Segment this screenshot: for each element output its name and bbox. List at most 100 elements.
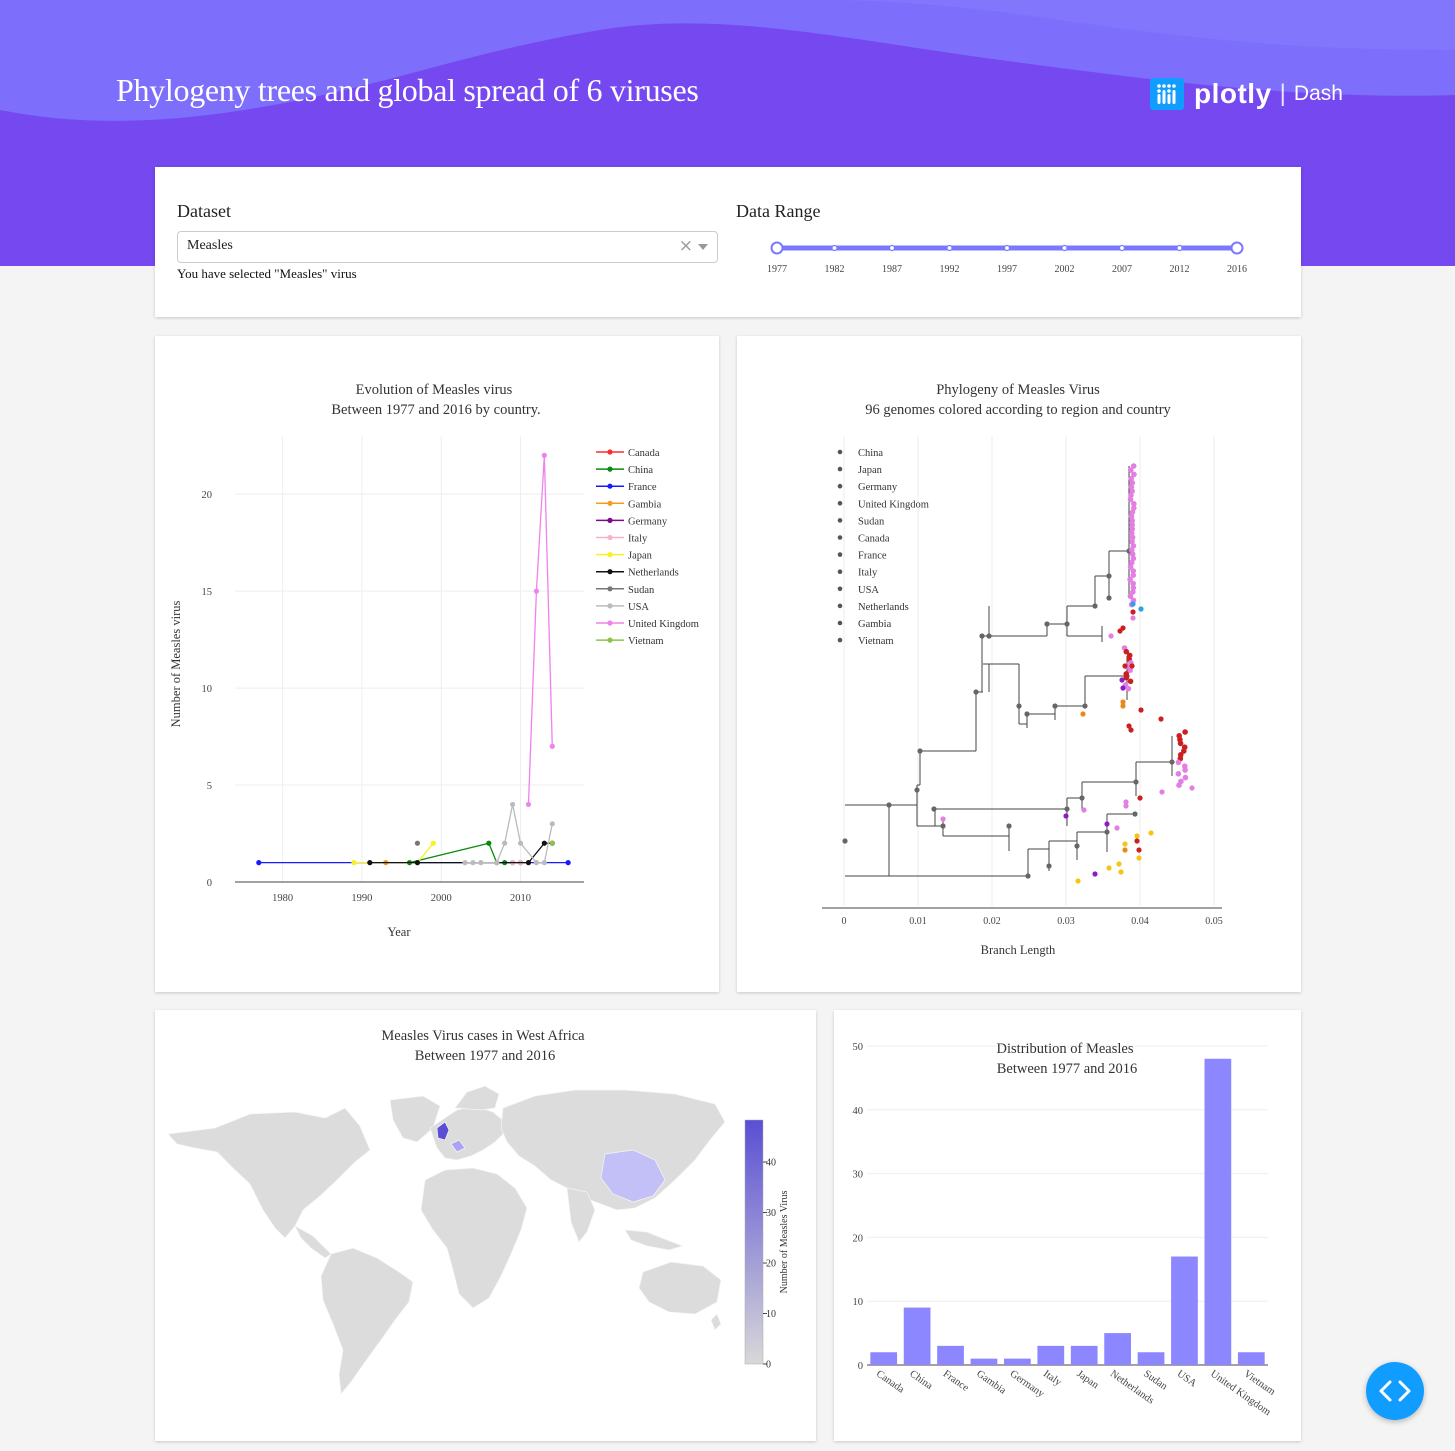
- phylogeny-node[interactable]: [1148, 830, 1153, 835]
- phylogeny-node[interactable]: [1130, 615, 1135, 620]
- phylogeny-node[interactable]: [1129, 663, 1134, 668]
- range-mark-dot[interactable]: [947, 246, 952, 251]
- phylogeny-legend-label[interactable]: Canada: [858, 534, 890, 545]
- evolution-legend-label[interactable]: Sudan: [628, 585, 655, 596]
- evolution-legend-label[interactable]: Germany: [628, 516, 668, 527]
- phylogeny-legend-label[interactable]: Netherlands: [858, 602, 909, 613]
- phylogeny-legend-label[interactable]: USA: [858, 585, 879, 596]
- phylogeny-node[interactable]: [1104, 821, 1109, 826]
- phylogeny-legend-label[interactable]: Gambia: [858, 619, 892, 630]
- phylogeny-node[interactable]: [1064, 806, 1069, 811]
- distribution-bar[interactable]: [1071, 1346, 1098, 1365]
- evolution-legend-label[interactable]: China: [628, 465, 653, 476]
- evolution-data-point[interactable]: [256, 860, 261, 865]
- phylogeny-node[interactable]: [1114, 825, 1119, 830]
- distribution-bar[interactable]: [937, 1346, 964, 1365]
- phylogeny-node[interactable]: [1118, 869, 1123, 874]
- evolution-data-point[interactable]: [431, 841, 436, 846]
- phylogeny-node[interactable]: [1052, 703, 1057, 708]
- phylogeny-node[interactable]: [1132, 811, 1137, 816]
- phylogeny-node[interactable]: [1016, 703, 1021, 708]
- phylogeny-legend-label[interactable]: Germany: [858, 482, 898, 493]
- dataset-dropdown[interactable]: Measles ×: [177, 231, 718, 263]
- phylogeny-node[interactable]: [1123, 803, 1128, 808]
- phylogeny-node[interactable]: [1082, 703, 1087, 708]
- chevron-down-icon[interactable]: [698, 244, 708, 250]
- phylogeny-node[interactable]: [1108, 633, 1113, 638]
- phylogeny-node[interactable]: [1178, 741, 1184, 747]
- phylogeny-node[interactable]: [1120, 703, 1125, 708]
- phylogeny-node[interactable]: [1130, 601, 1135, 606]
- phylogeny-legend-label[interactable]: Japan: [858, 465, 883, 476]
- phylogeny-node[interactable]: [1159, 789, 1164, 794]
- phylogeny-node[interactable]: [1025, 873, 1030, 878]
- evolution-legend-label[interactable]: Gambia: [628, 499, 662, 510]
- evolution-legend-label[interactable]: USA: [628, 602, 649, 613]
- phylogeny-node[interactable]: [1126, 686, 1132, 692]
- range-mark-dot[interactable]: [1005, 246, 1010, 251]
- phylogeny-node[interactable]: [1133, 779, 1138, 784]
- distribution-bar[interactable]: [904, 1308, 931, 1365]
- evolution-data-point[interactable]: [534, 589, 539, 594]
- phylogeny-node[interactable]: [917, 748, 922, 753]
- evolution-data-point[interactable]: [415, 841, 420, 846]
- evolution-data-point[interactable]: [526, 860, 531, 865]
- evolution-data-point[interactable]: [566, 860, 571, 865]
- distribution-bar[interactable]: [870, 1352, 897, 1365]
- evolution-data-point[interactable]: [526, 802, 531, 807]
- evolution-legend-label[interactable]: Italy: [628, 534, 648, 545]
- phylogeny-node[interactable]: [986, 633, 991, 638]
- phylogeny-node[interactable]: [1176, 782, 1182, 788]
- phylogeny-node[interactable]: [1117, 628, 1122, 633]
- range-mark-dot[interactable]: [1177, 246, 1182, 251]
- phylogeny-node[interactable]: [1122, 841, 1127, 846]
- phylogeny-node[interactable]: [1158, 716, 1163, 721]
- evolution-data-point[interactable]: [542, 453, 547, 458]
- code-toggle-button[interactable]: [1366, 1362, 1424, 1420]
- plotly-dash-logo[interactable]: plotly | Dash: [1150, 78, 1343, 110]
- evolution-data-point[interactable]: [462, 860, 467, 865]
- phylogeny-legend-label[interactable]: France: [858, 551, 887, 562]
- evolution-data-point[interactable]: [542, 860, 547, 865]
- phylogeny-legend-label[interactable]: Sudan: [858, 516, 885, 527]
- distribution-bar[interactable]: [1238, 1352, 1265, 1365]
- range-handle-start[interactable]: [772, 243, 783, 254]
- distribution-bar[interactable]: [1104, 1333, 1131, 1365]
- phylogeny-node[interactable]: [1116, 861, 1121, 866]
- phylogeny-node[interactable]: [1137, 795, 1142, 800]
- phylogeny-node[interactable]: [1138, 707, 1143, 712]
- phylogeny-node[interactable]: [1136, 847, 1141, 852]
- phylogeny-node[interactable]: [1120, 685, 1125, 690]
- phylogeny-node[interactable]: [940, 816, 945, 821]
- evolution-data-point[interactable]: [478, 860, 483, 865]
- range-mark-dot[interactable]: [832, 246, 837, 251]
- phylogeny-node[interactable]: [1104, 829, 1109, 834]
- clear-icon[interactable]: ×: [679, 236, 693, 256]
- phylogeny-node[interactable]: [1044, 621, 1049, 626]
- phylogeny-node[interactable]: [1092, 603, 1097, 608]
- phylogeny-node[interactable]: [1046, 863, 1051, 868]
- phylogeny-node[interactable]: [1134, 833, 1139, 838]
- phylogeny-node[interactable]: [1183, 775, 1189, 781]
- phylogeny-node[interactable]: [1081, 807, 1086, 812]
- distribution-bar[interactable]: [971, 1359, 998, 1365]
- phylogeny-node[interactable]: [1128, 679, 1134, 685]
- phylogeny-legend-label[interactable]: China: [858, 448, 883, 459]
- phylogeny-node[interactable]: [1079, 795, 1084, 800]
- distribution-bar[interactable]: [1205, 1059, 1232, 1365]
- range-mark-dot[interactable]: [1062, 246, 1067, 251]
- evolution-data-point[interactable]: [351, 860, 356, 865]
- range-mark-dot[interactable]: [1120, 246, 1125, 251]
- evolution-data-point[interactable]: [367, 860, 372, 865]
- phylogeny-legend-label[interactable]: Vietnam: [858, 636, 894, 647]
- evolution-data-point[interactable]: [470, 860, 475, 865]
- phylogeny-node[interactable]: [1092, 871, 1097, 876]
- phylogeny-node[interactable]: [842, 838, 847, 843]
- phylogeny-node[interactable]: [1138, 606, 1143, 611]
- phylogeny-node[interactable]: [973, 689, 978, 694]
- distribution-bar[interactable]: [1004, 1359, 1031, 1365]
- evolution-data-point[interactable]: [550, 744, 555, 749]
- evolution-data-point[interactable]: [542, 841, 547, 846]
- phylogeny-node[interactable]: [1075, 878, 1080, 883]
- distribution-bar[interactable]: [1037, 1346, 1064, 1365]
